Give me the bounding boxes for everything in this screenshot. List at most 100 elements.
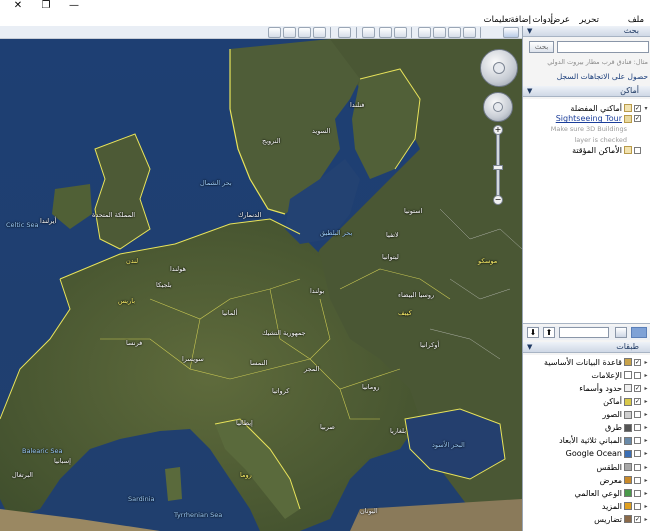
layer-item[interactable]: ▸ ✓ حدود وأسماء bbox=[525, 383, 649, 394]
move-up-icon[interactable]: ⬆ bbox=[543, 327, 555, 338]
move-control[interactable] bbox=[483, 92, 513, 122]
expand-arrow-icon[interactable]: ▸ bbox=[643, 385, 649, 392]
layer-item[interactable]: ▸ الصور bbox=[525, 409, 649, 420]
places-item[interactable]: ▾ ✓ أماكني المفضلة bbox=[525, 103, 649, 114]
place-checkbox[interactable]: ✓ bbox=[634, 104, 641, 112]
layer-checkbox[interactable] bbox=[634, 450, 641, 458]
places-item[interactable]: ✓ Sightseeing Tour bbox=[525, 114, 649, 125]
sunlight-icon[interactable] bbox=[379, 27, 392, 38]
expand-arrow-icon[interactable]: ▸ bbox=[643, 450, 649, 457]
expand-arrow-icon[interactable]: ▸ bbox=[643, 424, 649, 431]
layer-item[interactable]: ▸ الطقس bbox=[525, 462, 649, 473]
map-label: إيطاليا bbox=[236, 419, 253, 427]
expand-arrow-icon[interactable]: ▸ bbox=[643, 437, 649, 444]
map-label: البحر الأسود bbox=[432, 441, 465, 449]
expand-arrow-icon[interactable]: ▸ bbox=[643, 411, 649, 418]
zoom-thumb[interactable] bbox=[493, 165, 503, 170]
layer-item[interactable]: ▸ الإعلامات bbox=[525, 370, 649, 381]
layer-item[interactable]: ▸ ✓ أماكن bbox=[525, 396, 649, 407]
zoom-in-icon[interactable]: + bbox=[493, 125, 503, 135]
place-checkbox[interactable]: ✓ bbox=[634, 115, 641, 123]
layer-item[interactable]: ▸ طرق bbox=[525, 423, 649, 434]
layers-panel-header[interactable]: طبقات ▼ bbox=[523, 342, 650, 353]
search-button[interactable]: بحث bbox=[529, 41, 554, 53]
search-places-icon[interactable] bbox=[631, 327, 647, 338]
layer-checkbox[interactable]: ✓ bbox=[634, 398, 641, 406]
expand-arrow-icon[interactable]: ▸ bbox=[643, 516, 649, 523]
collapse-arrow-icon[interactable]: ▼ bbox=[527, 26, 532, 36]
layer-checkbox[interactable] bbox=[634, 411, 641, 419]
places-panel-header[interactable]: أماكن ▼ bbox=[523, 86, 650, 97]
layer-checkbox[interactable] bbox=[634, 463, 641, 471]
add-placemark-icon[interactable] bbox=[463, 27, 476, 38]
layer-checkbox[interactable] bbox=[634, 371, 641, 379]
view-toggle-icon[interactable] bbox=[615, 327, 627, 338]
expand-arrow-icon[interactable]: ▸ bbox=[643, 359, 649, 366]
add-path-icon[interactable] bbox=[433, 27, 446, 38]
directions-link[interactable]: حصول على الاتجاهات السجل bbox=[524, 72, 648, 81]
earth-map[interactable]: السويد فنلندا النرويج بحر الشمال المملكة الم… bbox=[0, 39, 522, 531]
map-label: المملكة المتحدة bbox=[92, 211, 136, 219]
record-tour-icon[interactable] bbox=[418, 27, 431, 38]
layer-checkbox[interactable]: ✓ bbox=[634, 515, 641, 523]
expand-arrow-icon[interactable]: ▸ bbox=[643, 372, 649, 379]
layer-item[interactable]: ▸ Google Ocean bbox=[525, 449, 649, 460]
search-input[interactable] bbox=[557, 41, 649, 53]
minimize-icon[interactable]: — bbox=[60, 0, 88, 14]
layer-item[interactable]: ▸ معرض bbox=[525, 475, 649, 486]
menu-item[interactable]: ملف bbox=[628, 14, 644, 26]
expand-arrow-icon[interactable]: ▸ bbox=[643, 503, 649, 510]
expand-arrow-icon[interactable]: ▸ bbox=[643, 477, 649, 484]
layer-item[interactable]: ▸ المباني ثلاثية الأبعاد bbox=[525, 436, 649, 447]
layer-checkbox[interactable] bbox=[634, 424, 641, 432]
expand-arrow-icon[interactable]: ▸ bbox=[643, 398, 649, 405]
layer-item[interactable]: ▸ ✓ تضاريس bbox=[525, 514, 649, 525]
expand-arrow-icon[interactable]: ▸ bbox=[643, 490, 649, 497]
sky-icon[interactable] bbox=[362, 27, 375, 38]
expand-arrow-icon[interactable]: ▾ bbox=[643, 105, 649, 112]
places-item[interactable]: layer is checked bbox=[525, 135, 649, 146]
map-label: صربيا bbox=[320, 423, 335, 431]
places-filter-input[interactable] bbox=[559, 327, 609, 338]
layer-checkbox[interactable]: ✓ bbox=[634, 358, 641, 366]
layer-item[interactable]: ▸ ✓ قاعدة البيانات الأساسية bbox=[525, 357, 649, 368]
menu-item[interactable]: إضافة bbox=[510, 14, 531, 26]
map-label: جمهورية التشيك bbox=[262, 329, 306, 337]
search-panel-header[interactable]: بحث ▼ bbox=[523, 26, 650, 37]
restore-icon[interactable]: ❐ bbox=[32, 0, 60, 14]
place-checkbox[interactable] bbox=[634, 146, 641, 154]
menu-item[interactable]: تعليمات bbox=[484, 14, 511, 26]
places-item[interactable]: الأماكن المؤقتة bbox=[525, 145, 649, 156]
layer-checkbox[interactable]: ✓ bbox=[634, 384, 641, 392]
look-control[interactable] bbox=[480, 49, 518, 87]
layer-icon bbox=[624, 502, 632, 511]
zoom-out-icon[interactable]: − bbox=[493, 195, 503, 205]
email-icon[interactable] bbox=[313, 27, 326, 38]
layer-checkbox[interactable] bbox=[634, 502, 641, 510]
expand-arrow-icon[interactable]: ▸ bbox=[643, 464, 649, 471]
close-icon[interactable]: ✕ bbox=[4, 0, 32, 14]
menu-item[interactable]: تحرير bbox=[579, 14, 599, 26]
layer-icon bbox=[624, 476, 632, 485]
sidebar-toggle-icon[interactable] bbox=[268, 27, 281, 38]
add-polygon-icon[interactable] bbox=[448, 27, 461, 38]
place-label[interactable]: Sightseeing Tour bbox=[556, 114, 622, 123]
layer-checkbox[interactable] bbox=[634, 437, 641, 445]
layer-checkbox[interactable] bbox=[634, 489, 641, 497]
panel-toggle-icon[interactable] bbox=[503, 27, 519, 38]
menu-item[interactable]: أدوات bbox=[532, 14, 553, 26]
historical-imagery-icon[interactable] bbox=[394, 27, 407, 38]
move-down-icon[interactable]: ⬇ bbox=[527, 327, 539, 338]
layer-icon bbox=[624, 397, 632, 406]
places-item[interactable]: Make sure 3D Buildings bbox=[525, 124, 649, 135]
zoom-slider[interactable]: + − bbox=[493, 125, 503, 205]
collapse-arrow-icon[interactable]: ▼ bbox=[527, 342, 532, 352]
layer-item[interactable]: ▸ المزيد bbox=[525, 501, 649, 512]
place-label: أماكني المفضلة bbox=[570, 103, 622, 113]
layer-checkbox[interactable] bbox=[634, 476, 641, 484]
save-image-icon[interactable] bbox=[298, 27, 311, 38]
ruler-icon[interactable] bbox=[338, 27, 351, 38]
layer-item[interactable]: ▸ الوعي العالمي bbox=[525, 488, 649, 499]
print-icon[interactable] bbox=[283, 27, 296, 38]
collapse-arrow-icon[interactable]: ▼ bbox=[527, 86, 532, 96]
